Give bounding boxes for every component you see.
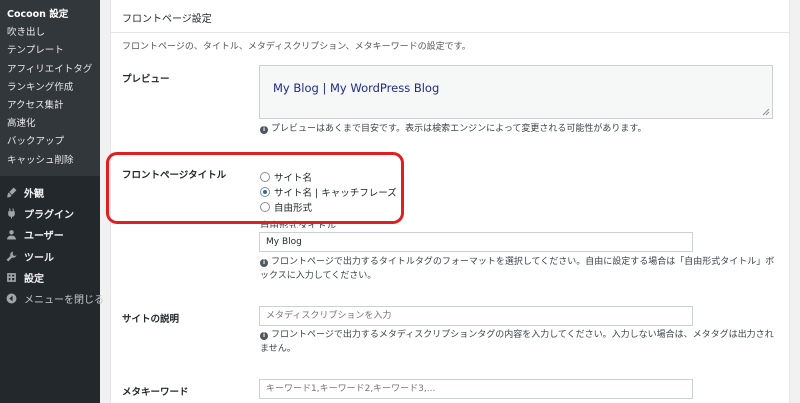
- menu-item-label: ツール: [24, 252, 54, 264]
- sidebar-item-cache-clear[interactable]: キャッシュ削除: [0, 152, 100, 170]
- panel-title: フロントページ設定: [111, 0, 790, 33]
- site-description-label: サイトの説明: [122, 314, 180, 325]
- menu-item-label: プラグイン: [24, 210, 74, 222]
- settings-icon: [7, 273, 16, 282]
- info-icon: i: [260, 332, 268, 340]
- info-icon: i: [260, 126, 268, 134]
- user-icon: [7, 230, 16, 240]
- panel-description: フロントページの、タイトル、メタディスクリプション、メタキーワードの設定です。: [122, 42, 471, 52]
- plugin-icon: [8, 208, 15, 219]
- sidebar-item-speedup[interactable]: 高速化: [0, 115, 100, 133]
- menu-item-label: 設定: [24, 274, 44, 286]
- front-title-note: i フロントページで出力するタイトルタグのフォーマットを選択してください。自由に設…: [260, 255, 780, 283]
- sidebar-item-affiliate-tag[interactable]: アフィリエイトタグ: [0, 61, 100, 79]
- sidebar-item-backup[interactable]: バックアップ: [0, 133, 100, 151]
- menu-item-label: 外観: [24, 188, 44, 200]
- preview-label: プレビュー: [122, 74, 170, 85]
- meta-keywords-input[interactable]: [259, 379, 693, 399]
- meta-keywords-label: メタキーワード: [122, 387, 189, 398]
- preview-box[interactable]: My Blog | My WordPress Blog: [259, 65, 773, 119]
- highlight-annotation: [106, 152, 404, 224]
- custom-title-input[interactable]: [259, 232, 693, 252]
- front-title-note-text: フロントページで出力するタイトルタグのフォーマットを選択してください。自由に設定…: [260, 257, 775, 281]
- menu-item-tools[interactable]: ツール: [0, 246, 100, 267]
- site-description-note-text: フロントページで出力するメタディスクリプションタグの内容を入力してください。入力…: [260, 330, 774, 354]
- admin-menu: 外観 プラグイン ユーザー ツール 設定 メニューを閉じる: [0, 176, 104, 310]
- menu-item-label: メニューを閉じる: [24, 295, 104, 307]
- sidebar-item-balloon[interactable]: 吹き出し: [0, 24, 100, 42]
- cocoon-submenu: Cocoon 設定 吹き出し テンプレート アフィリエイトタグ ランキング作成 …: [0, 0, 100, 176]
- info-icon: i: [260, 259, 268, 267]
- wrench-icon: [6, 251, 17, 262]
- menu-item-label: ユーザー: [24, 231, 64, 243]
- admin-sidebar: Cocoon 設定 吹き出し テンプレート アフィリエイトタグ ランキング作成 …: [0, 0, 104, 403]
- sidebar-item-cocoon-settings[interactable]: Cocoon 設定: [0, 6, 100, 24]
- site-description-note: i フロントページで出力するメタディスクリプションタグの内容を入力してください。入…: [260, 328, 780, 356]
- sidebar-item-ranking[interactable]: ランキング作成: [0, 79, 100, 97]
- menu-item-users[interactable]: ユーザー: [0, 224, 100, 245]
- sidebar-item-access-stats[interactable]: アクセス集計: [0, 97, 100, 115]
- menu-item-collapse[interactable]: メニューを閉じる: [0, 288, 104, 309]
- menu-item-plugins[interactable]: プラグイン: [0, 203, 100, 224]
- collapse-icon: [6, 293, 17, 304]
- resize-handle-icon[interactable]: [762, 108, 770, 116]
- sidebar-item-template[interactable]: テンプレート: [0, 42, 100, 60]
- meta-description-input[interactable]: [259, 306, 693, 326]
- paintbrush-icon: [7, 187, 17, 198]
- menu-item-appearance[interactable]: 外観: [0, 182, 100, 203]
- preview-note: i プレビューはあくまで目安です。表示は検索エンジンによって変更される可能性があり…: [260, 122, 780, 136]
- preview-text: My Blog | My WordPress Blog: [273, 81, 440, 95]
- preview-note-text: プレビューはあくまで目安です。表示は検索エンジンによって変更される可能性がありま…: [271, 124, 647, 134]
- menu-item-settings[interactable]: 設定: [0, 267, 100, 288]
